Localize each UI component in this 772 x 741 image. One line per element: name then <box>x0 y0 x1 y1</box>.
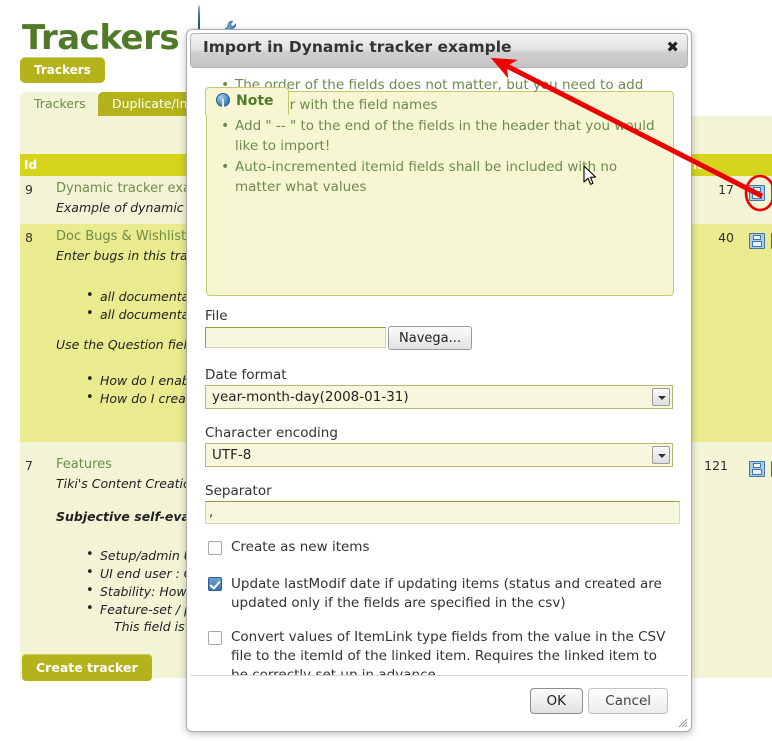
trackers-button[interactable]: Trackers <box>20 57 105 83</box>
import-dialog: Import in Dynamic tracker example ✖ Note… <box>186 29 692 732</box>
character-encoding-label: Character encoding <box>205 425 338 441</box>
tracker-name-link[interactable]: Doc Bugs & Wishlist <box>56 229 186 244</box>
note-tab-text: Note <box>236 93 274 109</box>
separator-input[interactable] <box>205 501 680 524</box>
date-format-select[interactable]: year-month-day(2008-01-31) <box>205 385 673 409</box>
update-lastmodif-checkbox[interactable] <box>208 577 222 591</box>
dialog-button-bar: OK Cancel <box>190 675 688 728</box>
row-item-count: 121 <box>704 458 728 473</box>
dialog-title: Import in Dynamic tracker example <box>203 38 512 56</box>
page-title-text: Trackers <box>22 18 180 58</box>
date-format-value: year-month-day(2008-01-31) <box>212 389 409 405</box>
file-input[interactable] <box>205 327 386 348</box>
tab-trackers[interactable]: Trackers <box>20 92 100 116</box>
row-item-count: 40 <box>718 230 734 245</box>
create-as-new-items-label: Create as new items <box>231 539 370 555</box>
separator-label: Separator <box>205 483 272 499</box>
tracker-name-link[interactable]: Features <box>56 457 112 472</box>
row-id: 9 <box>25 182 33 197</box>
wrench-icon[interactable] <box>220 6 238 36</box>
resize-grip[interactable] <box>674 714 688 728</box>
update-lastmodif-label: Update lastModif date if updating items … <box>231 576 662 611</box>
note-tab-label: Note <box>205 87 289 118</box>
chevron-down-icon[interactable] <box>652 446 670 464</box>
mouse-cursor <box>583 165 597 185</box>
note-bullet: Add " -- " to the end of the fields in t… <box>221 116 655 156</box>
character-encoding-select[interactable]: UTF-8 <box>205 443 673 467</box>
info-icon <box>216 91 230 118</box>
create-tracker-button[interactable]: Create tracker <box>22 654 152 681</box>
date-format-label: Date format <box>205 367 287 383</box>
row-item-count: 17 <box>718 182 734 197</box>
ok-button[interactable]: OK <box>529 688 583 714</box>
browse-button[interactable]: Navega... <box>388 326 472 350</box>
save-icon[interactable] <box>749 233 765 249</box>
column-header-id: Id <box>24 158 38 172</box>
convert-itemlink-checkbox[interactable] <box>208 631 222 645</box>
note-bullet: The order of the fields does not matter,… <box>221 75 655 115</box>
close-icon[interactable]: ✖ <box>666 39 679 55</box>
create-as-new-items-checkbox[interactable] <box>208 541 222 555</box>
file-label: File <box>205 308 228 324</box>
save-icon[interactable] <box>749 461 765 477</box>
row-id: 7 <box>25 458 33 473</box>
save-icon[interactable] <box>749 185 765 201</box>
chevron-down-icon[interactable] <box>652 388 670 406</box>
cancel-button[interactable]: Cancel <box>588 688 668 714</box>
row-id: 8 <box>25 230 33 245</box>
character-encoding-value: UTF-8 <box>212 447 252 463</box>
